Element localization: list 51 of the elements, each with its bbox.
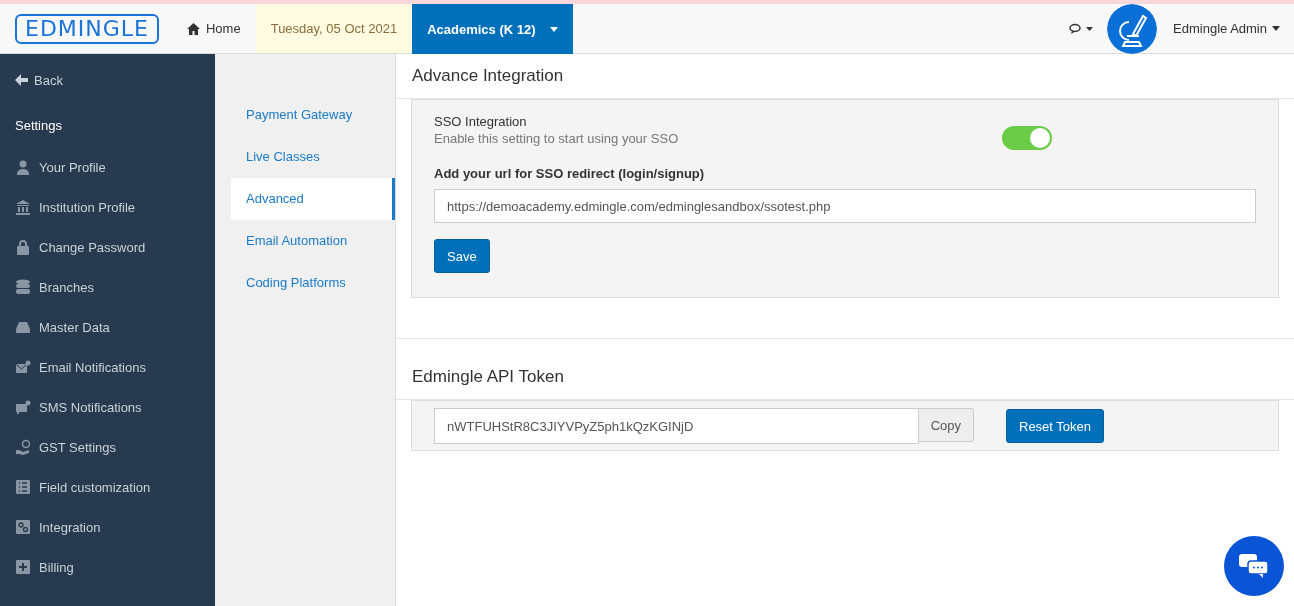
copy-button[interactable]: Copy <box>918 408 974 442</box>
bank-icon <box>15 199 31 215</box>
sidebar-item[interactable]: Billing <box>0 547 215 587</box>
chat-icon <box>1239 554 1269 578</box>
back-link[interactable]: Back <box>0 70 215 90</box>
edmingle-logo[interactable]: EDMINGLE <box>15 13 159 44</box>
microscope-avatar-icon[interactable] <box>1107 3 1158 54</box>
sidebar-item[interactable]: Email Notifications <box>0 347 215 387</box>
token-field[interactable]: nWTFUHStR8C3JIYVPyZ5ph1kQzKGINjD <box>434 408 919 444</box>
chat-menu-icon[interactable] <box>1069 22 1094 35</box>
settings-heading: Settings <box>15 118 63 133</box>
home-label: Home <box>206 21 241 36</box>
sidebar-item[interactable]: Field customization <box>0 467 215 507</box>
sidebar-item[interactable]: Change Password <box>0 227 215 267</box>
academics-dropdown[interactable]: Academics (K 12) <box>412 4 573 54</box>
home-link[interactable]: Home <box>187 4 256 53</box>
drive-icon <box>15 319 31 335</box>
chat-bubble-button[interactable] <box>1224 536 1284 596</box>
setting-title: SSO Integration <box>434 114 528 129</box>
settings-tab[interactable]: Coding Platforms <box>231 262 395 304</box>
plus-square-icon <box>15 559 31 575</box>
chat-icon <box>15 399 31 415</box>
settings-tab[interactable]: Payment Gateway <box>231 94 395 136</box>
arrow-left-icon <box>15 74 28 86</box>
caret-icon <box>1272 26 1280 31</box>
hand-coin-icon <box>15 439 31 455</box>
sidebar-item[interactable]: Integration <box>0 507 215 547</box>
person-icon <box>15 159 31 175</box>
save-button[interactable]: Save <box>434 239 490 273</box>
user-menu[interactable]: Edmingle Admin <box>1173 21 1280 36</box>
field-label: Add your url for SSO redirect (login/signup) <box>434 166 706 181</box>
envelope-icon <box>15 359 31 375</box>
sidebar-item[interactable]: Master Data <box>0 307 215 347</box>
caret-icon <box>549 26 558 32</box>
sidebar-item[interactable]: GST Settings <box>0 427 215 467</box>
date-label: Tuesday, 05 Oct 2021 <box>255 4 413 53</box>
database-icon <box>15 279 31 295</box>
sidebar-item[interactable]: Branches <box>0 267 215 307</box>
settings-tab[interactable]: Email Automation <box>231 220 395 262</box>
sidebar-item[interactable]: Institution Profile <box>0 187 215 227</box>
home-icon <box>187 22 200 35</box>
url-input-field[interactable]: https://demoacademy.edmingle.com/edminglesandbox/ssotest.php <box>434 189 1256 223</box>
lock-icon <box>15 239 31 255</box>
sso-toggle[interactable] <box>1002 126 1052 150</box>
settings-tab[interactable]: Live Classes <box>231 136 395 178</box>
settings-tab[interactable]: Advanced <box>231 178 395 220</box>
sidebar-item[interactable]: SMS Notifications <box>0 387 215 427</box>
list-icon <box>15 479 31 495</box>
sidebar-item[interactable]: Your Profile <box>0 147 215 187</box>
reset-token-button[interactable]: Reset Token <box>1006 409 1105 443</box>
setting-description: Enable this setting to start using your SSO <box>434 131 679 146</box>
